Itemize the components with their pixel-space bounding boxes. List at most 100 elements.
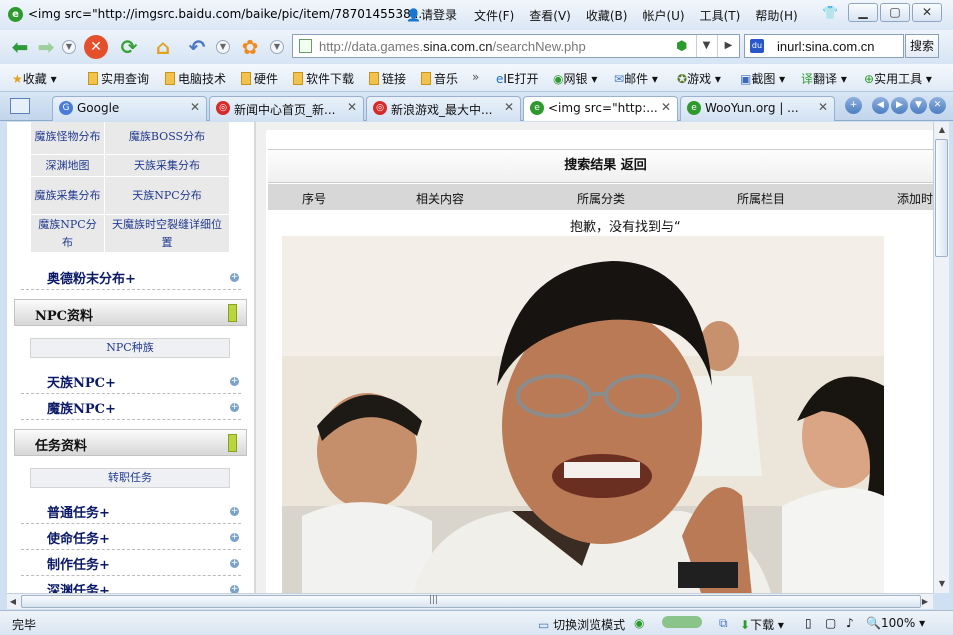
menu-view[interactable]: 查看(V)	[529, 7, 571, 24]
bookmark-ie-open[interactable]: eIE打开	[496, 70, 539, 87]
paw-icon[interactable]: ✿	[238, 35, 262, 59]
paw-dropdown-icon[interactable]: ▼	[270, 40, 284, 54]
bookmark-mail[interactable]: ✉邮件 ▾	[614, 70, 658, 87]
tab-list-icon[interactable]: ▼	[910, 97, 927, 114]
bookmark-favorites[interactable]: ★收藏 ▾	[12, 70, 57, 87]
link-craft-tasks[interactable]: 制作任务+ +	[21, 550, 241, 576]
scroll-left-icon[interactable]: ◀	[7, 595, 19, 608]
download-button[interactable]: ⬇下载 ▾	[740, 616, 784, 633]
scroll-up-icon[interactable]: ▲	[935, 123, 949, 137]
link-demon-gather[interactable]: 魔族采集分布	[30, 176, 105, 215]
address-bar[interactable]: http://data.games.sina.com.cn/searchNew.…	[292, 34, 740, 58]
volume-icon[interactable]: ♪	[846, 616, 854, 630]
globe-icon[interactable]: ◉	[634, 616, 644, 630]
maximize-button[interactable]: ▢	[880, 3, 910, 22]
tab-news[interactable]: ◎ 新闻中心首页_新... ✕	[209, 96, 364, 121]
search-box[interactable]: du inurl:sina.com.cn	[744, 34, 904, 58]
tab-wooyun[interactable]: e WooYun.org | ... ✕	[680, 96, 835, 121]
menu-tools[interactable]: 工具(T)	[700, 7, 741, 24]
link-abyss-tasks[interactable]: 深渊任务+ +	[21, 576, 241, 593]
undo-icon[interactable]: ↶	[185, 35, 209, 59]
link-angel-npc-list[interactable]: 天族NPC+ +	[21, 368, 241, 394]
close-tab-icon[interactable]: ✕	[347, 100, 357, 114]
link-demon-npc-list[interactable]: 魔族NPC+ +	[21, 394, 241, 420]
stop-icon[interactable]: ✕	[84, 35, 108, 59]
menu-favorites[interactable]: 收藏(B)	[586, 7, 628, 24]
close-all-tabs-icon[interactable]: ✕	[929, 97, 946, 114]
refresh-icon[interactable]: ⟳	[117, 35, 141, 59]
address-url[interactable]: http://data.games.sina.com.cn/searchNew.…	[319, 39, 586, 54]
bookmark-screenshot[interactable]: ▣截图 ▾	[740, 70, 785, 87]
close-tab-icon[interactable]: ✕	[190, 100, 200, 114]
bookmark-folder[interactable]: 链接	[369, 70, 406, 87]
bookmark-translate[interactable]: 译翻译 ▾	[801, 70, 847, 87]
login-link[interactable]: 👤请登录	[406, 6, 457, 23]
result-title[interactable]: 搜索结果 返回	[268, 149, 933, 183]
home-icon[interactable]: ⌂	[151, 35, 175, 59]
sidebar-toggle-icon[interactable]	[10, 98, 30, 114]
search-button[interactable]: 搜索	[905, 34, 939, 58]
search-input[interactable]: inurl:sina.com.cn	[777, 39, 875, 54]
zoom-control[interactable]: 🔍100% ▾	[866, 616, 925, 630]
section-tasks[interactable]: 任务资料	[14, 429, 247, 456]
link-normal-tasks[interactable]: 普通任务+ +	[21, 498, 241, 524]
bookmark-folder[interactable]: 音乐	[421, 70, 458, 87]
horizontal-scrollbar[interactable]: ◀ ||| ▶	[7, 593, 933, 609]
horizontal-scroll-thumb[interactable]	[21, 595, 921, 608]
menu-help[interactable]: 帮助(H)	[755, 7, 797, 24]
close-tab-icon[interactable]: ✕	[504, 100, 514, 114]
menu-account[interactable]: 帐户(U)	[642, 7, 684, 24]
vertical-scrollbar[interactable]: ▲ ▼	[933, 122, 949, 593]
window-list-icon[interactable]: ⧉	[719, 616, 728, 631]
close-tab-icon[interactable]: ✕	[661, 100, 671, 114]
link-demon-npc[interactable]: 魔族NPC分布	[30, 214, 105, 253]
link-angel-npc[interactable]: 天族NPC分布	[103, 176, 231, 215]
skin-icon[interactable]: 👕	[822, 6, 838, 21]
link-abyss-map[interactable]: 深渊地图	[30, 154, 105, 177]
menu-file[interactable]: 文件(F)	[474, 7, 514, 24]
address-dropdown-icon[interactable]: ▼	[696, 35, 716, 57]
link-mission-tasks[interactable]: 使命任务+ +	[21, 524, 241, 550]
link-demon-boss[interactable]: 魔族BOSS分布	[103, 122, 231, 155]
go-icon[interactable]: ▶	[717, 35, 739, 57]
link-angel-gather[interactable]: 天族采集分布	[103, 154, 231, 177]
security-shield-icon[interactable]: ⬢	[676, 39, 687, 54]
section-npc[interactable]: NPC资料	[14, 299, 247, 326]
search-engine-icon[interactable]: du	[750, 39, 764, 53]
bookmark-folder[interactable]: 软件下载	[293, 70, 354, 87]
screen-icon[interactable]: ▢	[825, 616, 836, 630]
switch-mode-button[interactable]: ▭ 切换浏览模式	[538, 616, 625, 633]
tabs-left-icon[interactable]: ◀	[872, 97, 889, 114]
device-icon[interactable]: ▯	[805, 616, 812, 630]
link-aode-powder[interactable]: 奥德粉末分布+ +	[21, 264, 241, 290]
col-category: 所属分类	[577, 192, 626, 206]
history-dropdown-icon[interactable]: ▼	[62, 40, 76, 54]
bookmark-folder[interactable]: 电脑技术	[165, 70, 226, 87]
link-class-change-tasks[interactable]: 转职任务	[30, 468, 230, 488]
bookmark-folder[interactable]: 硬件	[241, 70, 278, 87]
more-bookmarks-icon[interactable]: »	[472, 70, 479, 84]
bookmark-tools[interactable]: ⊕实用工具 ▾	[864, 70, 932, 87]
tabs-right-icon[interactable]: ▶	[891, 97, 908, 114]
close-window-button[interactable]: ✕	[912, 3, 942, 22]
minimize-button[interactable]: ▁	[848, 3, 878, 22]
link-demon-monsters[interactable]: 魔族怪物分布	[30, 122, 105, 155]
scroll-right-icon[interactable]: ▶	[919, 595, 931, 608]
tab-games[interactable]: ◎ 新浪游戏_最大中... ✕	[366, 96, 521, 121]
link-rift-location[interactable]: 天魔族时空裂缝详细位置	[103, 214, 231, 253]
new-tab-icon[interactable]: +	[845, 97, 862, 114]
tab-google[interactable]: G Google ✕	[52, 96, 207, 121]
vertical-scroll-thumb[interactable]	[935, 139, 948, 257]
bookmark-bank[interactable]: ◉网银 ▾	[553, 70, 597, 87]
bookmark-games[interactable]: ✪游戏 ▾	[677, 70, 721, 87]
tab-title: 新闻中心首页_新...	[234, 103, 336, 117]
link-npc-race[interactable]: NPC种族	[30, 338, 230, 358]
speed-toggle[interactable]	[662, 616, 702, 630]
tab-active[interactable]: e <img src="http:... ✕	[523, 96, 678, 121]
undo-dropdown-icon[interactable]: ▼	[216, 40, 230, 54]
close-tab-icon[interactable]: ✕	[818, 100, 828, 114]
scroll-down-icon[interactable]: ▼	[935, 577, 949, 591]
forward-icon[interactable]: ➡	[34, 35, 58, 59]
bookmark-folder[interactable]: 实用查询	[88, 70, 149, 87]
back-icon[interactable]: ⬅	[8, 35, 32, 59]
